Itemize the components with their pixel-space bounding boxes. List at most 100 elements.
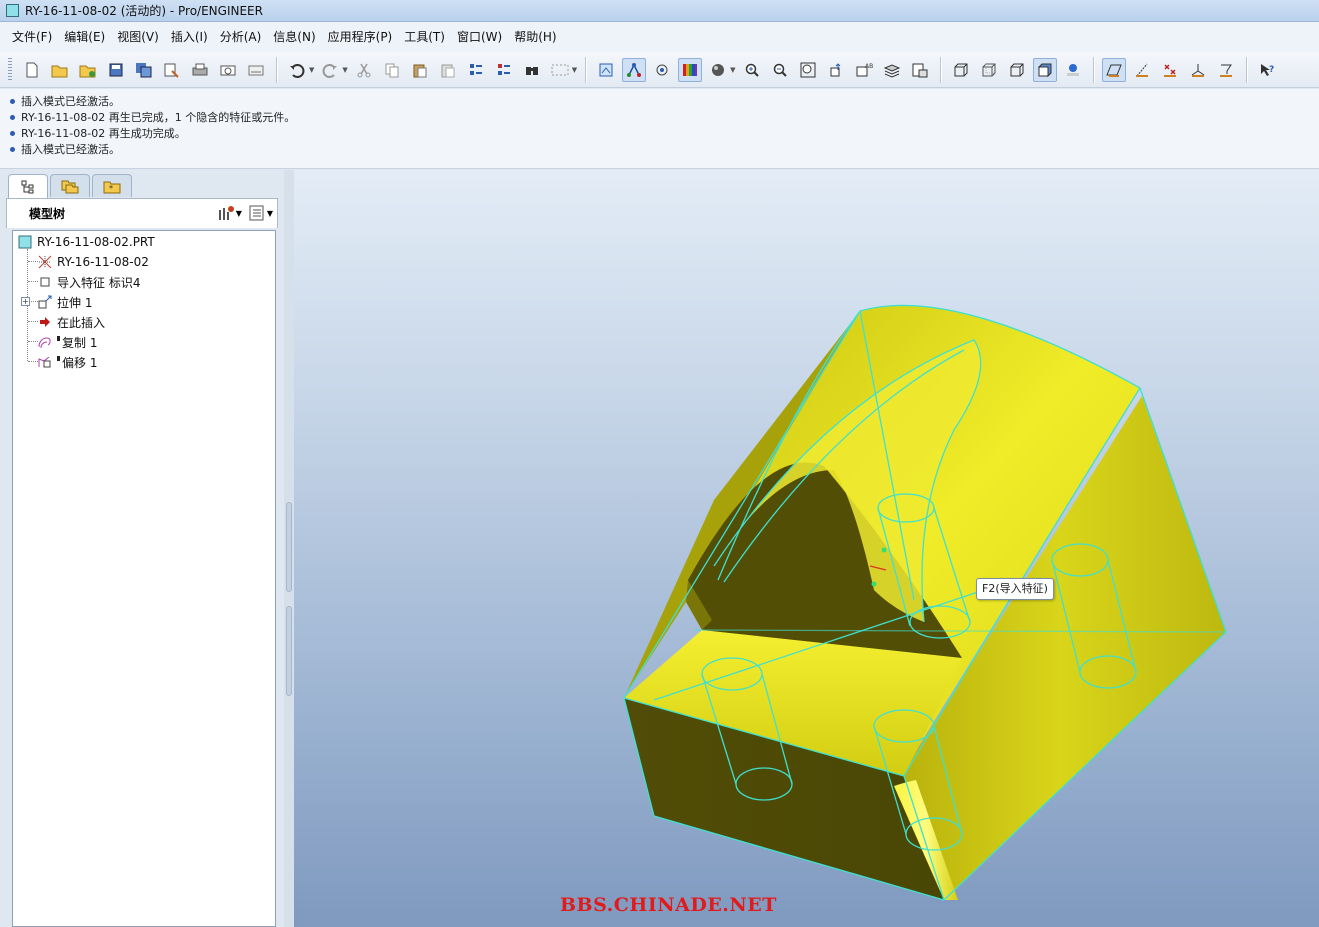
suppressed-marker-icon: [57, 336, 60, 341]
model-tree-tab-icon: [21, 180, 34, 193]
message-line: 插入模式已经激活。: [10, 93, 1319, 109]
watermark: BBS.CHINADE.NET: [560, 894, 777, 916]
spin-center-icon[interactable]: [622, 57, 647, 82]
save-copy-icon[interactable]: [132, 58, 156, 82]
menu-info[interactable]: 信息(N): [267, 22, 321, 52]
datum-points-icon[interactable]: [1158, 58, 1182, 82]
tab-favorites[interactable]: *: [92, 174, 132, 197]
coordinate-systems-icon[interactable]: [1186, 58, 1210, 82]
message-text: 插入模式已经激活。: [21, 95, 120, 108]
model-tree: RY-16-11-08-02.PRT RY-16-11-08-02 导入特征 标…: [12, 230, 276, 927]
context-help-icon[interactable]: ?: [1255, 58, 1279, 82]
tree-item-label: RY-16-11-08-02.PRT: [37, 235, 155, 249]
menu-applications[interactable]: 应用程序(P): [322, 22, 399, 52]
datum-planes-icon[interactable]: [1101, 57, 1126, 82]
tree-item-part[interactable]: RY-16-11-08-02.PRT: [17, 232, 155, 252]
menu-file[interactable]: 文件(F): [6, 22, 58, 52]
message-text: RY-16-11-08-02 再生已完成，1 个隐含的特征或元件。: [21, 111, 296, 124]
tab-folder-browser[interactable]: [50, 174, 90, 197]
regenerate-icon[interactable]: [464, 58, 488, 82]
layers-icon[interactable]: [880, 58, 904, 82]
tree-header-buttons: ▼ ▼: [217, 204, 273, 222]
datum-axes-icon[interactable]: [1130, 58, 1154, 82]
import-feature-icon: [37, 274, 53, 290]
select-dropdown-icon[interactable]: ▼: [572, 66, 577, 74]
send-link-icon[interactable]: [244, 58, 268, 82]
settings-tools-icon[interactable]: ▼: [217, 204, 242, 222]
find-icon[interactable]: [520, 58, 544, 82]
message-text: 插入模式已经激活。: [21, 143, 120, 156]
appearance-icon[interactable]: [678, 57, 703, 82]
yellow-part-3d-model[interactable]: [294, 170, 1319, 927]
no-hidden-icon[interactable]: [1005, 58, 1029, 82]
new-icon[interactable]: [20, 58, 44, 82]
menu-view[interactable]: 视图(V): [111, 22, 165, 52]
tab-model-tree[interactable]: [8, 174, 48, 198]
show-options-icon[interactable]: ▼: [248, 204, 273, 222]
tree-item-label: 复制 1: [62, 335, 98, 350]
toolbar-separator: [939, 56, 941, 83]
orient-mode-icon[interactable]: [650, 58, 674, 82]
backup-icon[interactable]: [160, 58, 184, 82]
part-icon: [17, 234, 33, 250]
copy-icon[interactable]: [380, 58, 404, 82]
redo-icon[interactable]: [318, 58, 342, 82]
tree-item-extrude[interactable]: 拉伸 1: [37, 292, 92, 312]
tree-item-offset[interactable]: 偏移 1: [37, 352, 97, 372]
paste-special-icon[interactable]: [436, 58, 460, 82]
message-text: RY-16-11-08-02 再生成功完成。: [21, 127, 186, 140]
menu-window[interactable]: 窗口(W): [451, 22, 508, 52]
cut-icon[interactable]: [352, 58, 376, 82]
paste-icon[interactable]: [408, 58, 432, 82]
set-working-dir-icon[interactable]: [76, 58, 100, 82]
save-icon[interactable]: [104, 58, 128, 82]
menu-analysis[interactable]: 分析(A): [214, 22, 268, 52]
send-mail-icon[interactable]: [216, 58, 240, 82]
select-box-icon[interactable]: [548, 58, 572, 82]
undo-dropdown-icon[interactable]: ▼: [309, 66, 314, 74]
menu-insert[interactable]: 插入(I): [165, 22, 214, 52]
svg-text:*: *: [109, 184, 113, 193]
expand-toggle[interactable]: +: [21, 297, 30, 306]
refit-icon[interactable]: [796, 58, 820, 82]
zoom-in-icon[interactable]: [740, 58, 764, 82]
message-line: RY-16-11-08-02 再生成功完成。: [10, 125, 1319, 141]
toolbar-grip[interactable]: [8, 57, 12, 82]
print-icon[interactable]: [188, 58, 212, 82]
annotations-icon[interactable]: [1214, 58, 1238, 82]
saved-views-icon[interactable]: AB: [852, 58, 876, 82]
window-title: RY-16-11-08-02 (活动的) - Pro/ENGINEER: [25, 4, 263, 18]
appearance-dropdown-icon[interactable]: ▼: [730, 66, 735, 74]
message-bullet-icon: [10, 146, 15, 152]
regen-manager-icon[interactable]: [492, 58, 516, 82]
wireframe-icon[interactable]: [949, 58, 973, 82]
open-icon[interactable]: [48, 58, 72, 82]
tree-item-import-feature[interactable]: 导入特征 标识4: [37, 272, 140, 292]
menu-tools[interactable]: 工具(T): [398, 22, 451, 52]
message-line: 插入模式已经激活。: [10, 141, 1319, 157]
svg-text:AB: AB: [865, 63, 873, 70]
menu-edit[interactable]: 编辑(E): [58, 22, 111, 52]
panel-splitter[interactable]: [284, 170, 294, 927]
model-tree-title: 模型树: [29, 207, 66, 221]
graphics-window[interactable]: F2(导入特征) BBS.CHINADE.NET: [294, 170, 1319, 927]
enhanced-realism-icon[interactable]: [1061, 58, 1085, 82]
repaint-icon[interactable]: [594, 58, 618, 82]
zoom-out-icon[interactable]: [768, 58, 792, 82]
redo-dropdown-icon[interactable]: ▼: [342, 66, 347, 74]
sphere-icon[interactable]: [706, 58, 730, 82]
tree-item-insert-here[interactable]: 在此插入: [37, 312, 105, 332]
hidden-line-icon[interactable]: [977, 58, 1001, 82]
suppressed-marker-icon: [57, 356, 60, 361]
tree-item-csys[interactable]: RY-16-11-08-02: [37, 252, 149, 272]
splitter-handle[interactable]: [286, 502, 292, 592]
splitter-handle[interactable]: [286, 606, 292, 696]
svg-text:?: ?: [1269, 65, 1274, 75]
undo-icon[interactable]: [285, 58, 309, 82]
toolbar-separator: [585, 56, 587, 83]
shading-icon[interactable]: [1032, 57, 1057, 82]
tree-item-copy[interactable]: 复制 1: [37, 332, 97, 352]
reorient-icon[interactable]: [824, 58, 848, 82]
view-manager-icon[interactable]: [908, 58, 932, 82]
menu-help[interactable]: 帮助(H): [508, 22, 562, 52]
